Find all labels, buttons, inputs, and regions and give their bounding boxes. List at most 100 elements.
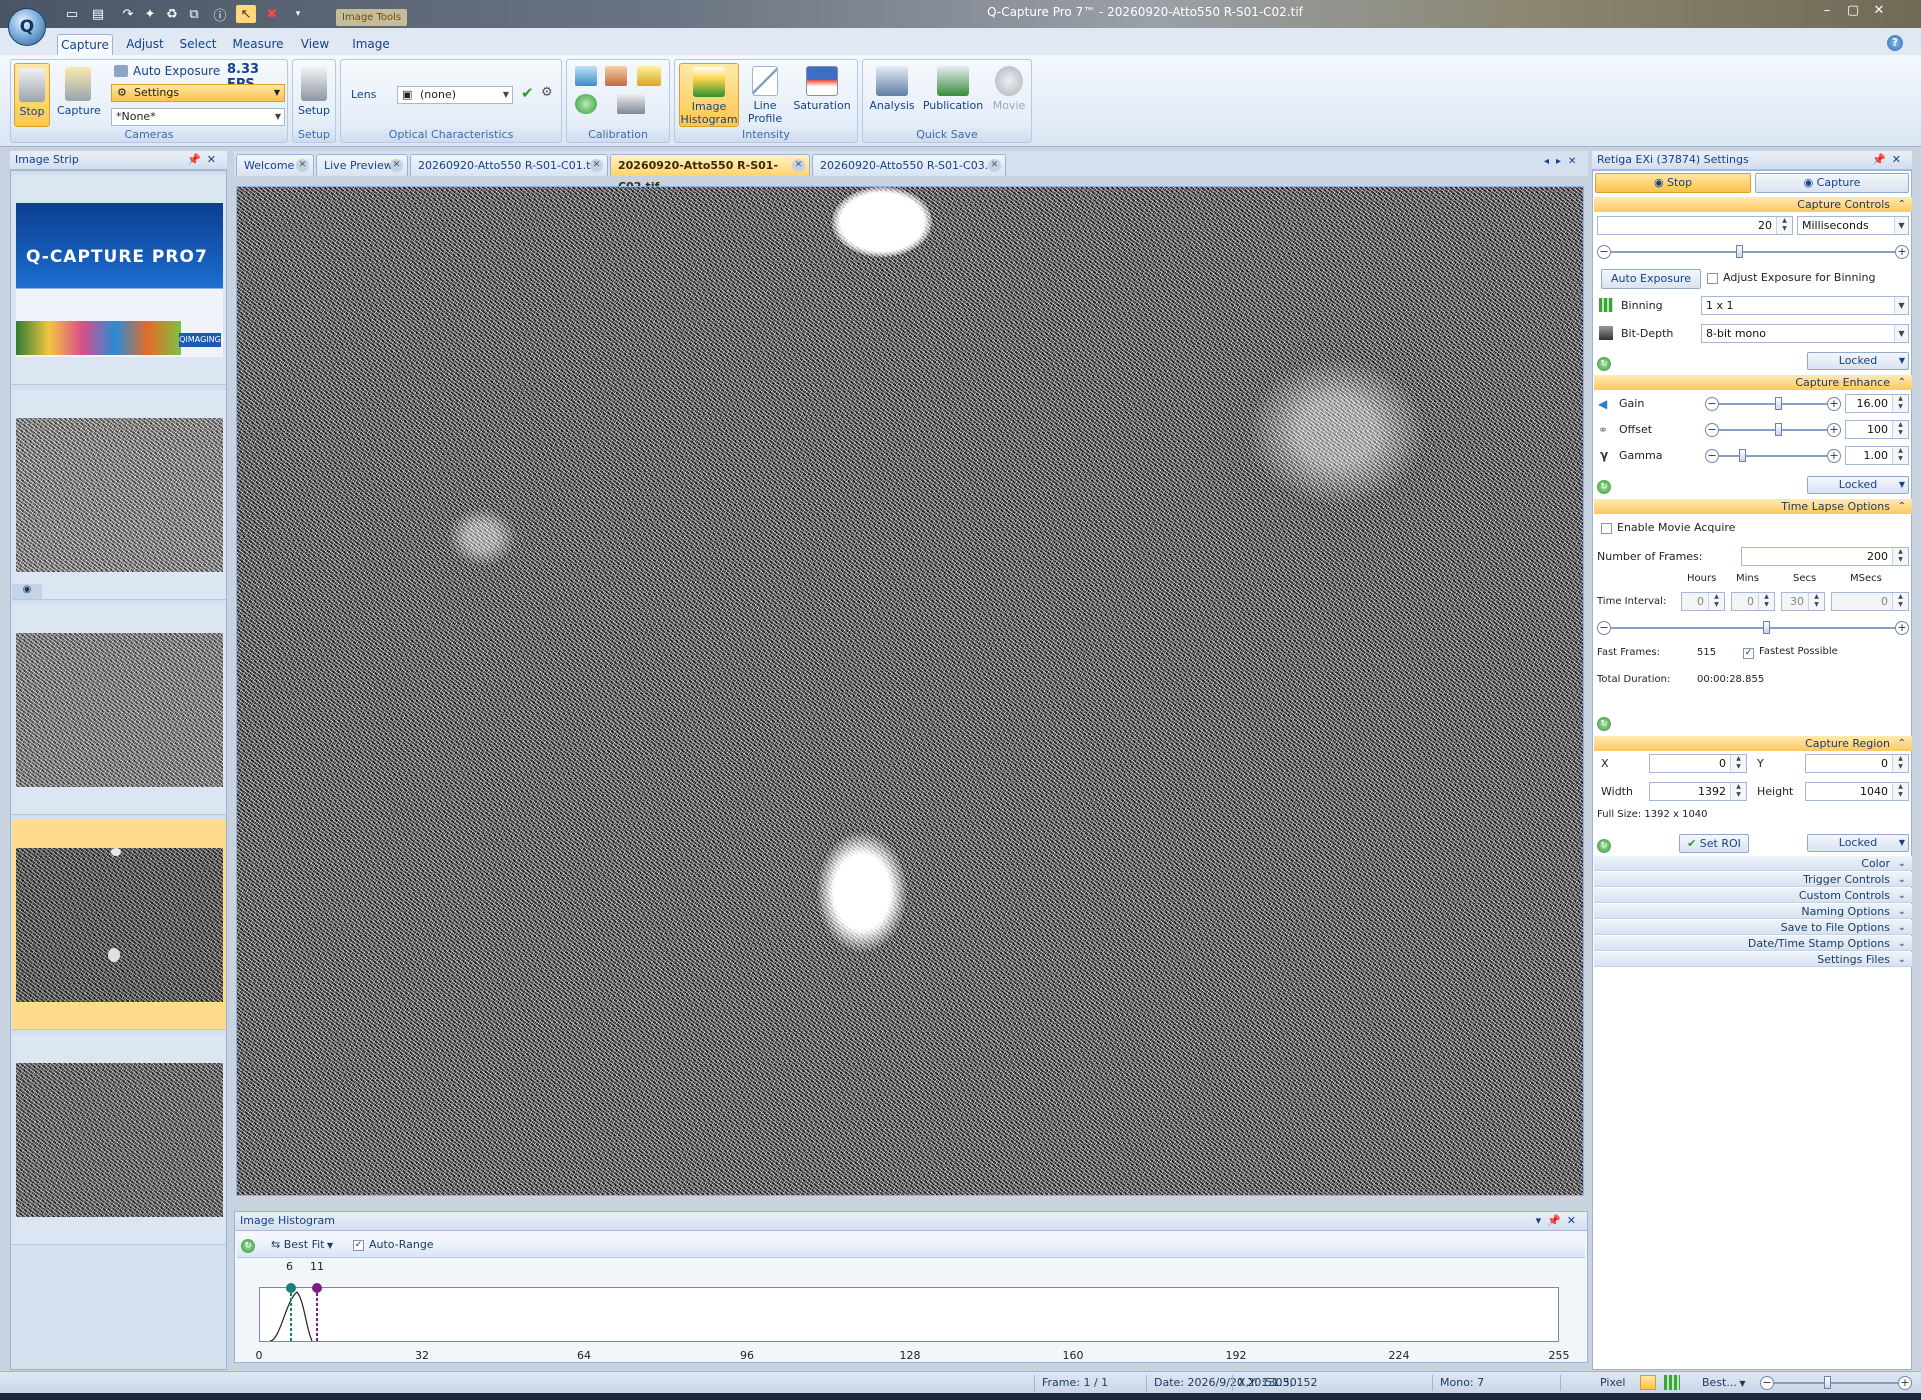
section-capture-region[interactable]: Capture Region ⌃ bbox=[1594, 736, 1912, 751]
minus-icon[interactable]: − bbox=[1705, 449, 1719, 463]
exposure-slider[interactable]: − + bbox=[1597, 245, 1909, 259]
thumbnail-welcome[interactable]: Q-CAPTURE PRO7 QIMAGING bbox=[12, 175, 226, 385]
qat-customize-icon[interactable]: ▾ bbox=[288, 5, 308, 23]
thumbnail-live-preview[interactable]: ◉ bbox=[12, 390, 226, 600]
spinner-icon[interactable]: ▲ ▼ bbox=[1892, 783, 1908, 800]
redo-icon[interactable]: ↷ bbox=[118, 5, 138, 23]
minus-icon[interactable]: − bbox=[1705, 397, 1719, 411]
tab-scroll-icons[interactable]: ◂▸✕ bbox=[1544, 156, 1583, 167]
doc-tab-c02[interactable]: 20260920-Atto550 R-S01-C02.tif✕ bbox=[610, 154, 810, 193]
section-capture-controls[interactable]: Capture Controls ⌃ bbox=[1594, 197, 1912, 212]
adjust-binning-checkbox[interactable] bbox=[1707, 273, 1718, 284]
publication-button[interactable]: Publication bbox=[921, 63, 985, 127]
spinner-icon[interactable]: ▲ ▼ bbox=[1730, 783, 1746, 800]
gamma-slider[interactable]: − + bbox=[1705, 449, 1841, 463]
thumbnail-c01[interactable] bbox=[12, 605, 226, 815]
section-settings-files[interactable]: Settings Files ⌄ bbox=[1594, 952, 1912, 967]
slider-thumb[interactable] bbox=[1824, 1376, 1831, 1389]
pointer-icon[interactable]: ↖ bbox=[236, 5, 256, 23]
plus-icon[interactable]: + bbox=[1827, 423, 1841, 437]
slider-thumb[interactable] bbox=[1774, 397, 1782, 410]
gamma-input[interactable]: 1.00 ▲ ▼ bbox=[1845, 446, 1909, 465]
zoom-slider[interactable]: − + bbox=[1760, 1376, 1912, 1390]
pin-close-icons[interactable]: 📌✕ bbox=[1872, 151, 1907, 169]
slider-thumb[interactable] bbox=[1739, 449, 1747, 462]
preset-combo[interactable]: *None* ▼ bbox=[111, 108, 285, 126]
spinner-icon[interactable]: ▲ ▼ bbox=[1758, 593, 1774, 610]
lens-settings-icon[interactable]: ⚙ bbox=[541, 85, 553, 100]
doc-tab-welcome[interactable]: Welcome ✕ bbox=[236, 154, 314, 176]
plus-icon[interactable]: + bbox=[1895, 621, 1909, 635]
grid-view-icon[interactable] bbox=[1664, 1375, 1680, 1390]
offset-slider[interactable]: − + bbox=[1705, 423, 1841, 437]
tab-adjust[interactable]: Adjust bbox=[120, 34, 170, 55]
microscope-image[interactable] bbox=[236, 186, 1584, 1196]
tab-view[interactable]: View bbox=[294, 34, 336, 55]
tab-capture[interactable]: Capture bbox=[57, 34, 113, 55]
exposure-input[interactable]: 20 ▲ ▼ bbox=[1597, 216, 1793, 235]
image-view-icon[interactable] bbox=[1640, 1375, 1656, 1390]
enable-movie-checkbox[interactable] bbox=[1601, 523, 1612, 534]
close-icon[interactable]: ✕ bbox=[590, 159, 603, 172]
spinner-icon[interactable]: ▲ ▼ bbox=[1892, 395, 1908, 412]
calibrate-icon[interactable] bbox=[575, 66, 597, 86]
best-fit-dropdown[interactable]: ⇆ Best Fit ▼ bbox=[271, 1238, 333, 1251]
close-icon[interactable]: ✕ bbox=[792, 159, 805, 172]
exposure-unit-combo[interactable]: Milliseconds ▼ bbox=[1797, 216, 1909, 235]
close-icon[interactable]: ✕ bbox=[390, 159, 403, 172]
settings-stop-button[interactable]: ◉ Stop bbox=[1595, 173, 1751, 193]
spinner-icon[interactable]: ▲ ▼ bbox=[1708, 593, 1724, 610]
msecs-input[interactable]: 0 ▲ ▼ bbox=[1831, 592, 1909, 611]
capture-button[interactable]: Capture bbox=[57, 63, 101, 127]
ruler-icon[interactable] bbox=[637, 66, 661, 86]
analysis-button[interactable]: Analysis bbox=[867, 63, 917, 127]
lens-combo[interactable]: ▣ (none) ▼ bbox=[397, 86, 513, 104]
open-icon[interactable]: ▤ bbox=[88, 5, 108, 23]
auto-exposure-label[interactable]: Auto Exposure bbox=[133, 64, 220, 78]
high-marker-handle[interactable] bbox=[312, 1283, 322, 1293]
section-naming-options[interactable]: Naming Options ⌄ bbox=[1594, 904, 1912, 919]
gain-input[interactable]: 16.00 ▲ ▼ bbox=[1845, 394, 1909, 413]
spinner-icon[interactable]: ▲ ▼ bbox=[1730, 755, 1746, 772]
delete-icon[interactable]: ✖ bbox=[262, 5, 282, 23]
doc-tab-c03[interactable]: 20260920-Atto550 R-S01-C03.tif ✕ bbox=[812, 154, 1006, 176]
histogram-plot[interactable] bbox=[259, 1287, 1559, 1342]
setup-button[interactable]: Setup bbox=[295, 63, 333, 127]
frames-input[interactable]: 200 ▲ ▼ bbox=[1741, 547, 1909, 566]
fastest-checkbox[interactable]: ✓ bbox=[1743, 648, 1754, 659]
image-histogram-button[interactable]: Image Histogram bbox=[679, 63, 739, 127]
plus-icon[interactable]: + bbox=[1898, 1376, 1912, 1390]
thumbnail-c03[interactable] bbox=[12, 1035, 226, 1245]
gain-slider[interactable]: − + bbox=[1705, 397, 1841, 411]
y-input[interactable]: 0 ▲ ▼ bbox=[1805, 754, 1909, 773]
pencil-icon[interactable] bbox=[605, 66, 627, 86]
binning-combo[interactable]: 1 x 1 ▼ bbox=[1701, 296, 1909, 315]
interval-slider[interactable]: − + bbox=[1597, 621, 1909, 635]
movie-button[interactable]: Movie bbox=[989, 63, 1029, 127]
plus-icon[interactable]: + bbox=[1827, 449, 1841, 463]
plus-icon[interactable]: + bbox=[1895, 245, 1909, 259]
help-icon[interactable]: ? bbox=[1887, 35, 1903, 51]
line-profile-button[interactable]: Line Profile bbox=[745, 63, 785, 127]
section-datetime-stamp[interactable]: Date/Time Stamp Options ⌄ bbox=[1594, 936, 1912, 951]
pin-close-icons[interactable]: 📌✕ bbox=[187, 151, 222, 169]
tab-select[interactable]: Select bbox=[175, 34, 221, 55]
doc-tab-c01[interactable]: 20260920-Atto550 R-S01-C01.tif ✕ bbox=[410, 154, 608, 176]
offset-input[interactable]: 100 ▲ ▼ bbox=[1845, 420, 1909, 439]
spinner-icon[interactable]: ▲ ▼ bbox=[1776, 217, 1792, 234]
minus-icon[interactable]: − bbox=[1705, 423, 1719, 437]
close-icon[interactable]: ✕ bbox=[296, 159, 309, 172]
spinner-icon[interactable]: ▲ ▼ bbox=[1892, 593, 1908, 610]
set-roi-button[interactable]: ✔ Set ROI bbox=[1679, 834, 1749, 853]
refresh-icon[interactable]: ↻ bbox=[1597, 839, 1611, 853]
refresh-icon[interactable]: ↻ bbox=[1597, 480, 1611, 494]
tab-measure[interactable]: Measure bbox=[228, 34, 288, 55]
settings-combo[interactable]: Settings ⚙ ▼ bbox=[111, 84, 285, 102]
wand-icon[interactable]: ✦ bbox=[140, 5, 160, 23]
apply-check-icon[interactable]: ✔ bbox=[521, 84, 534, 102]
bit-depth-combo[interactable]: 8-bit mono ▼ bbox=[1701, 324, 1909, 343]
secs-input[interactable]: 30 ▲ ▼ bbox=[1781, 592, 1825, 611]
section-time-lapse[interactable]: Time Lapse Options ⌃ bbox=[1594, 499, 1912, 514]
dropdown-pin-close-icons[interactable]: ▾📌✕ bbox=[1536, 1212, 1582, 1230]
x-input[interactable]: 0 ▲ ▼ bbox=[1649, 754, 1747, 773]
